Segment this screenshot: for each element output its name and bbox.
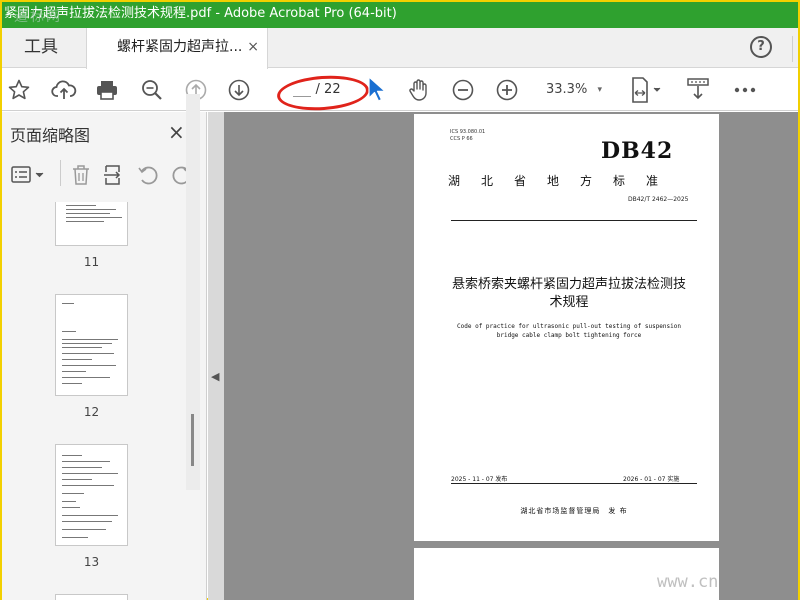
scroll-mode-icon[interactable] <box>685 77 711 103</box>
extract-pages-icon[interactable] <box>103 162 125 188</box>
help-icon[interactable]: ? <box>750 36 772 58</box>
rotate-left-icon[interactable] <box>136 162 160 188</box>
issuing-authority: 湖北省市场监督管理局 发 布 <box>520 507 628 515</box>
scrollbar-thumb[interactable] <box>191 414 194 466</box>
zoom-value: 33.3% <box>546 82 588 97</box>
province-standard-label: 湖北省地方标准 <box>448 174 680 188</box>
tab-divider <box>792 36 793 62</box>
standard-code: DB42 <box>601 138 674 164</box>
tab-document-label: 螺杆紧固力超声拉... <box>117 39 243 55</box>
thumbnail-page[interactable] <box>55 444 128 546</box>
thumbnail-page[interactable] <box>55 594 128 600</box>
tab-bar: 工具 螺杆紧固力超声拉... × ? <box>2 28 798 69</box>
page-fit-icon[interactable] <box>628 77 664 103</box>
delete-icon[interactable] <box>70 162 92 188</box>
more-icon[interactable] <box>732 77 758 103</box>
tab-tools[interactable]: 工具 <box>2 28 86 68</box>
zoom-select[interactable]: 33.3% ▾ <box>540 77 610 103</box>
window-title: 紧固力超声拉拔法检测技术规程.pdf - Adobe Acrobat Pro (… <box>4 6 397 21</box>
footer-rule <box>451 483 697 484</box>
tab-close-icon[interactable]: × <box>247 28 259 66</box>
document-title-cn: 悬索桥索夹螺杆紧固力超声拉拔法检测技 术规程 <box>451 277 686 310</box>
zoom-search-icon[interactable] <box>139 77 165 103</box>
watermark-top: 道标网 <box>14 9 62 25</box>
upload-cloud-icon[interactable] <box>50 77 78 103</box>
publish-date: 2025 - 11 - 07 发布 <box>451 476 508 483</box>
header-rule <box>451 220 697 221</box>
implement-date: 2026 - 01 - 07 实施 <box>623 476 680 483</box>
window-title-bar: 紧固力超声拉拔法检测技术规程.pdf - Adobe Acrobat Pro (… <box>2 2 798 28</box>
main-toolbar: / 22 33.3% ▾ <box>2 69 798 111</box>
tab-document[interactable]: 螺杆紧固力超声拉... × <box>86 28 268 69</box>
next-page-icon[interactable] <box>226 77 252 103</box>
panel-collapse-strip[interactable] <box>208 112 224 600</box>
print-icon[interactable] <box>94 77 120 103</box>
thumbnail-label: 12 <box>83 405 100 419</box>
thumbnail-label: 11 <box>83 255 100 269</box>
panel-title: 页面缩略图 <box>10 126 91 145</box>
ccs-code: CCS P 66 <box>450 136 473 142</box>
star-icon[interactable] <box>6 77 32 103</box>
thumbnail-page[interactable] <box>55 294 128 396</box>
zoom-in-icon[interactable] <box>494 77 520 103</box>
watermark-bottom: www.cn <box>657 572 719 592</box>
thumbnail-label: 13 <box>83 555 100 569</box>
toolbar-divider <box>60 160 61 186</box>
thumbnail-options-icon[interactable] <box>10 162 46 188</box>
chevron-down-icon: ▾ <box>597 85 602 95</box>
zoom-out-icon[interactable] <box>450 77 476 103</box>
thumbnail-list: 11 12 13 <box>2 202 186 600</box>
standard-number: DB42/T 2462—2025 <box>628 196 689 203</box>
collapse-arrow-icon[interactable]: ◀ <box>211 370 219 383</box>
thumbnail-toolbar <box>2 158 206 192</box>
panel-close-icon[interactable]: × <box>168 120 185 144</box>
hand-icon[interactable] <box>405 77 433 103</box>
thumbnail-page[interactable] <box>55 202 128 246</box>
mouse-cursor-icon <box>368 76 386 106</box>
document-title-en: Code of practice for ultrasonic pull-out… <box>457 323 681 339</box>
pdf-page: ICS 93.080.01 CCS P 66 DB42 湖北省地方标准 DB42… <box>414 114 719 541</box>
